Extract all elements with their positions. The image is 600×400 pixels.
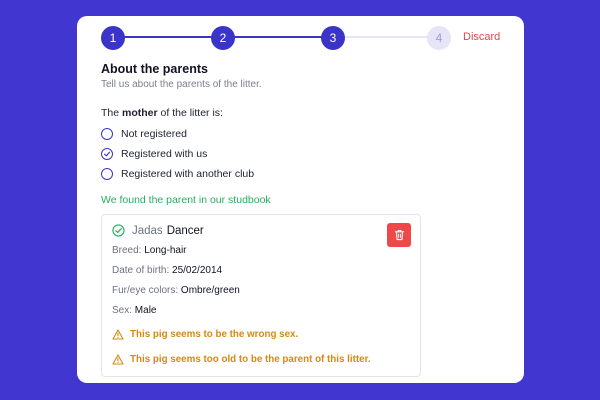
parent-name-row: Jadas Dancer (112, 224, 204, 237)
radio-circle-selected[interactable] (101, 148, 113, 160)
mother-question: The mother of the litter is: (101, 107, 223, 119)
found-message: We found the parent in our studbook (101, 194, 271, 206)
attr-label: Date of birth: (112, 265, 173, 276)
warning-too-old: This pig seems too old to be the parent … (112, 354, 371, 365)
warning-wrong-sex: This pig seems to be the wrong sex. (112, 329, 298, 340)
radio-label: Not registered (121, 128, 187, 140)
check-circle-icon (112, 224, 125, 237)
warning-triangle-icon (112, 329, 124, 340)
stepper: 1 2 3 4 Discard (77, 16, 524, 60)
delete-parent-button[interactable] (387, 223, 411, 247)
attr-label: Sex: (112, 305, 135, 316)
warning-text: This pig seems to be the wrong sex. (130, 329, 299, 340)
attr-label: Breed: (112, 245, 145, 256)
colors-field: Fur/eye colors: Ombre/green (112, 285, 240, 296)
radio-circle[interactable] (101, 128, 113, 140)
parent-first-name: Jadas (132, 224, 163, 237)
dob-field: Date of birth: 25/02/2014 (112, 265, 222, 276)
radio-option-registered-with-us[interactable]: Registered with us (101, 147, 207, 161)
attr-value: Ombre/green (180, 285, 240, 296)
radio-circle[interactable] (101, 168, 113, 180)
step-connector (333, 36, 433, 38)
warning-text: This pig seems too old to be the parent … (130, 354, 371, 365)
radio-option-not-registered[interactable]: Not registered (101, 127, 187, 141)
step-3[interactable]: 3 (321, 26, 345, 50)
radio-label: Registered with another club (121, 168, 255, 180)
attr-label: Fur/eye colors: (112, 285, 181, 296)
attr-value: Long-hair (144, 245, 187, 256)
form-card: 1 2 3 4 Discard About the parents Tell u… (77, 16, 524, 383)
section-title: About the parents (101, 62, 208, 76)
discard-link[interactable]: Discard (463, 31, 500, 43)
question-suffix: of the litter is: (157, 107, 223, 119)
check-icon (104, 151, 110, 157)
trash-icon (394, 230, 404, 241)
question-prefix: The (101, 107, 123, 119)
radio-label: Registered with us (121, 148, 208, 160)
step-connector (113, 36, 213, 38)
parent-last-name: Dancer (166, 224, 204, 237)
sex-field: Sex: Male (112, 305, 156, 316)
warning-triangle-icon (112, 354, 124, 365)
section-subtitle: Tell us about the parents of the litter. (101, 79, 262, 90)
step-4[interactable]: 4 (427, 26, 451, 50)
attr-value: 25/02/2014 (172, 265, 223, 276)
step-2[interactable]: 2 (211, 26, 235, 50)
step-1[interactable]: 1 (101, 26, 125, 50)
parent-card: Jadas Dancer Breed: Long-hair Date of bi… (101, 214, 421, 377)
radio-option-another-club[interactable]: Registered with another club (101, 167, 254, 181)
attr-value: Male (134, 305, 157, 316)
step-connector (223, 36, 323, 38)
question-emphasis: mother (122, 107, 158, 119)
breed-field: Breed: Long-hair (112, 245, 187, 256)
